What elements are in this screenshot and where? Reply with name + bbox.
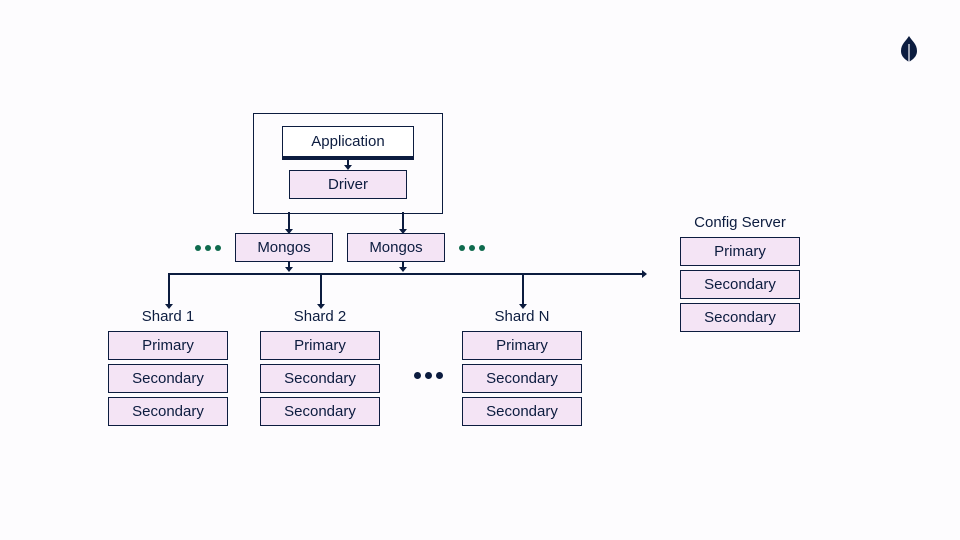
shard-2-primary: Primary — [260, 331, 380, 360]
shard-ellipsis-icon — [414, 372, 443, 379]
connector — [320, 273, 322, 305]
config-server-group: Config Server Primary Secondary Secondar… — [680, 214, 800, 332]
shard-n-secondary-2: Secondary — [462, 397, 582, 426]
connector — [402, 212, 404, 230]
shard-n-primary: Primary — [462, 331, 582, 360]
shard-n-title: Shard N — [462, 308, 582, 325]
shard-n-group: Shard N Primary Secondary Secondary — [462, 308, 582, 426]
driver-node: Driver — [289, 170, 407, 199]
config-secondary-2: Secondary — [680, 303, 800, 332]
application-node: Application — [282, 126, 413, 160]
shard-1-secondary-1: Secondary — [108, 364, 228, 393]
ellipsis-right-icon — [459, 245, 485, 251]
shard-2-secondary-1: Secondary — [260, 364, 380, 393]
connector-bus — [168, 273, 642, 275]
shard-1-group: Shard 1 Primary Secondary Secondary — [108, 308, 228, 426]
shard-n-secondary-1: Secondary — [462, 364, 582, 393]
shard-1-title: Shard 1 — [108, 308, 228, 325]
connector — [168, 273, 170, 305]
shard-1-primary: Primary — [108, 331, 228, 360]
mongos-row: Mongos Mongos — [195, 233, 485, 262]
ellipsis-left-icon — [195, 245, 221, 251]
connector — [522, 273, 524, 305]
mongodb-leaf-icon — [900, 36, 918, 62]
mongos-node-1: Mongos — [235, 233, 333, 262]
shard-2-title: Shard 2 — [260, 308, 380, 325]
shard-1-secondary-2: Secondary — [108, 397, 228, 426]
connector — [347, 156, 349, 166]
config-server-title: Config Server — [680, 214, 800, 231]
connector — [288, 212, 290, 230]
connector — [402, 262, 404, 268]
sharding-diagram: Application Driver Mongos Mongos Config … — [0, 0, 960, 540]
shard-2-group: Shard 2 Primary Secondary Secondary — [260, 308, 380, 426]
shard-2-secondary-2: Secondary — [260, 397, 380, 426]
connector-arrow — [642, 270, 647, 278]
connector — [288, 262, 290, 268]
config-primary: Primary — [680, 237, 800, 266]
config-secondary-1: Secondary — [680, 270, 800, 299]
mongos-node-2: Mongos — [347, 233, 445, 262]
